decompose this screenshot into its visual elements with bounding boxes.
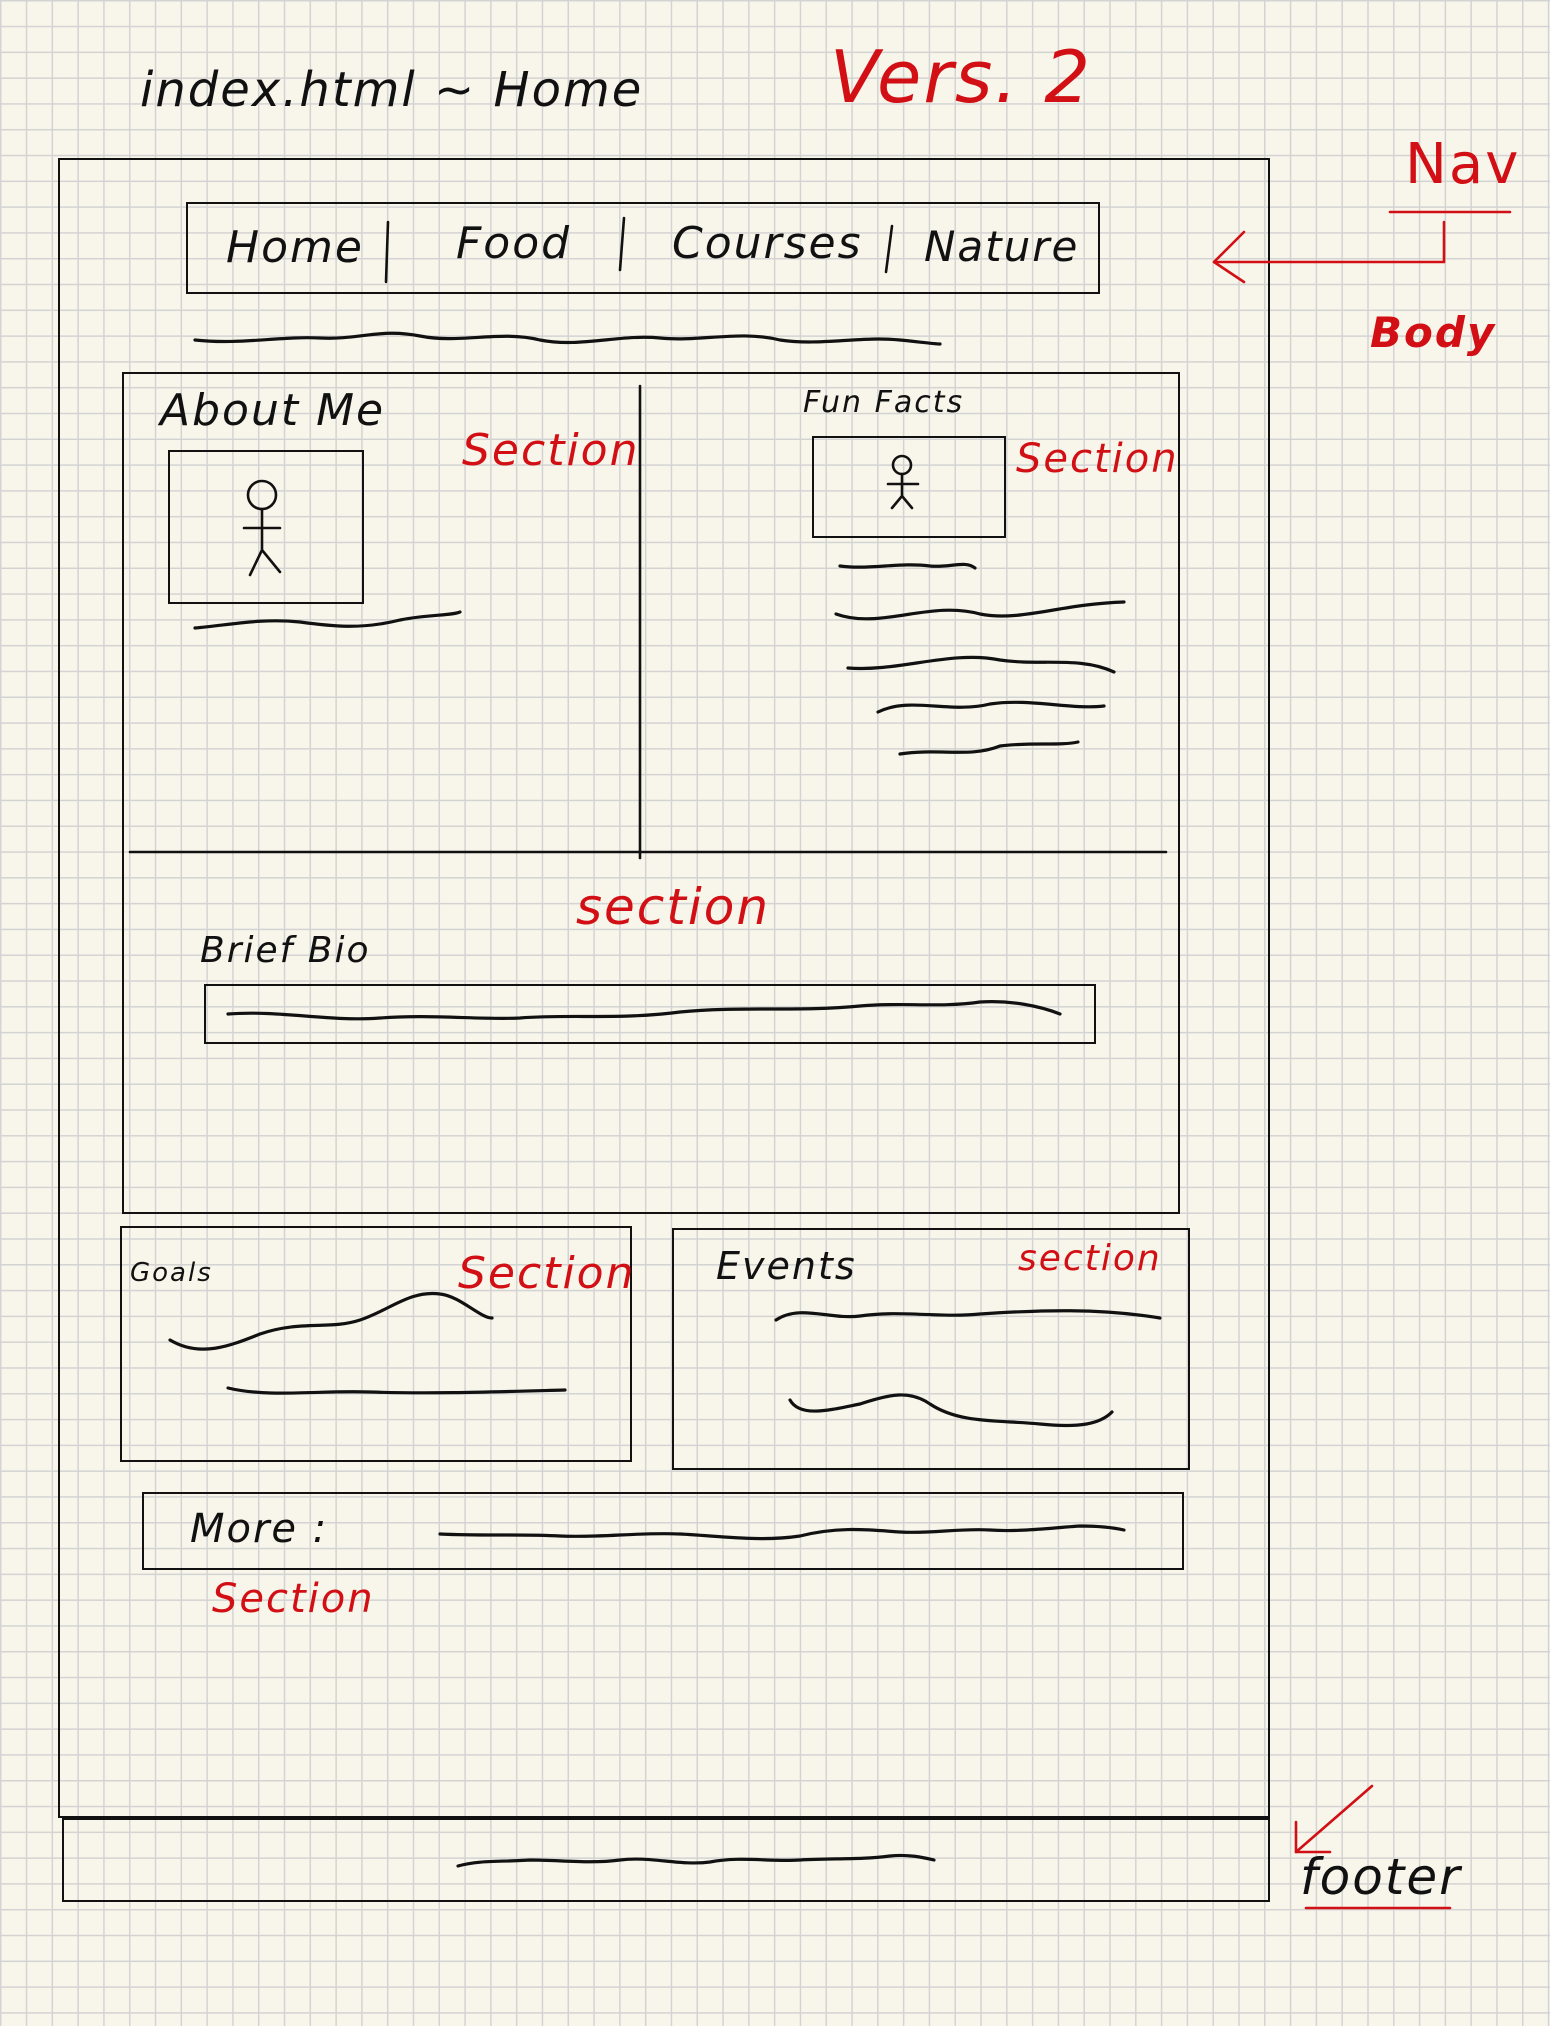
file-title: index.html ~ Home [140,62,644,118]
events-heading: Events [716,1244,857,1288]
nav-item-home[interactable]: Home [226,222,364,273]
nav-annotation: Nav [1405,132,1521,197]
nav-item-food[interactable]: Food [456,218,571,269]
fun-facts-section-tag: Section [1016,436,1179,482]
about-me-image [168,450,364,604]
nav-item-courses[interactable]: Courses [672,218,863,269]
events-section-tag: section [1018,1238,1162,1279]
goals-heading: Goals [130,1258,213,1288]
brief-bio-section-tag: section [576,878,771,936]
about-me-section-tag: Section [462,425,640,476]
about-me-heading: About Me [160,385,386,436]
footer-arrow-line [1294,1784,1374,1854]
footer-bar [62,1818,1270,1902]
goals-section-tag: Section [458,1248,636,1299]
nav-item-nature[interactable]: Nature [924,222,1079,271]
body-annotation: Body [1370,308,1497,357]
more-heading: More : [190,1506,329,1552]
brief-bio-textbox [204,984,1096,1044]
more-section-tag: Section [212,1576,375,1622]
fun-facts-heading: Fun Facts [803,385,965,420]
fun-facts-image [812,436,1006,538]
version-label: Vers. 2 [830,35,1093,119]
brief-bio-heading: Brief Bio [200,930,371,971]
footer-annotation: footer [1300,1848,1462,1906]
